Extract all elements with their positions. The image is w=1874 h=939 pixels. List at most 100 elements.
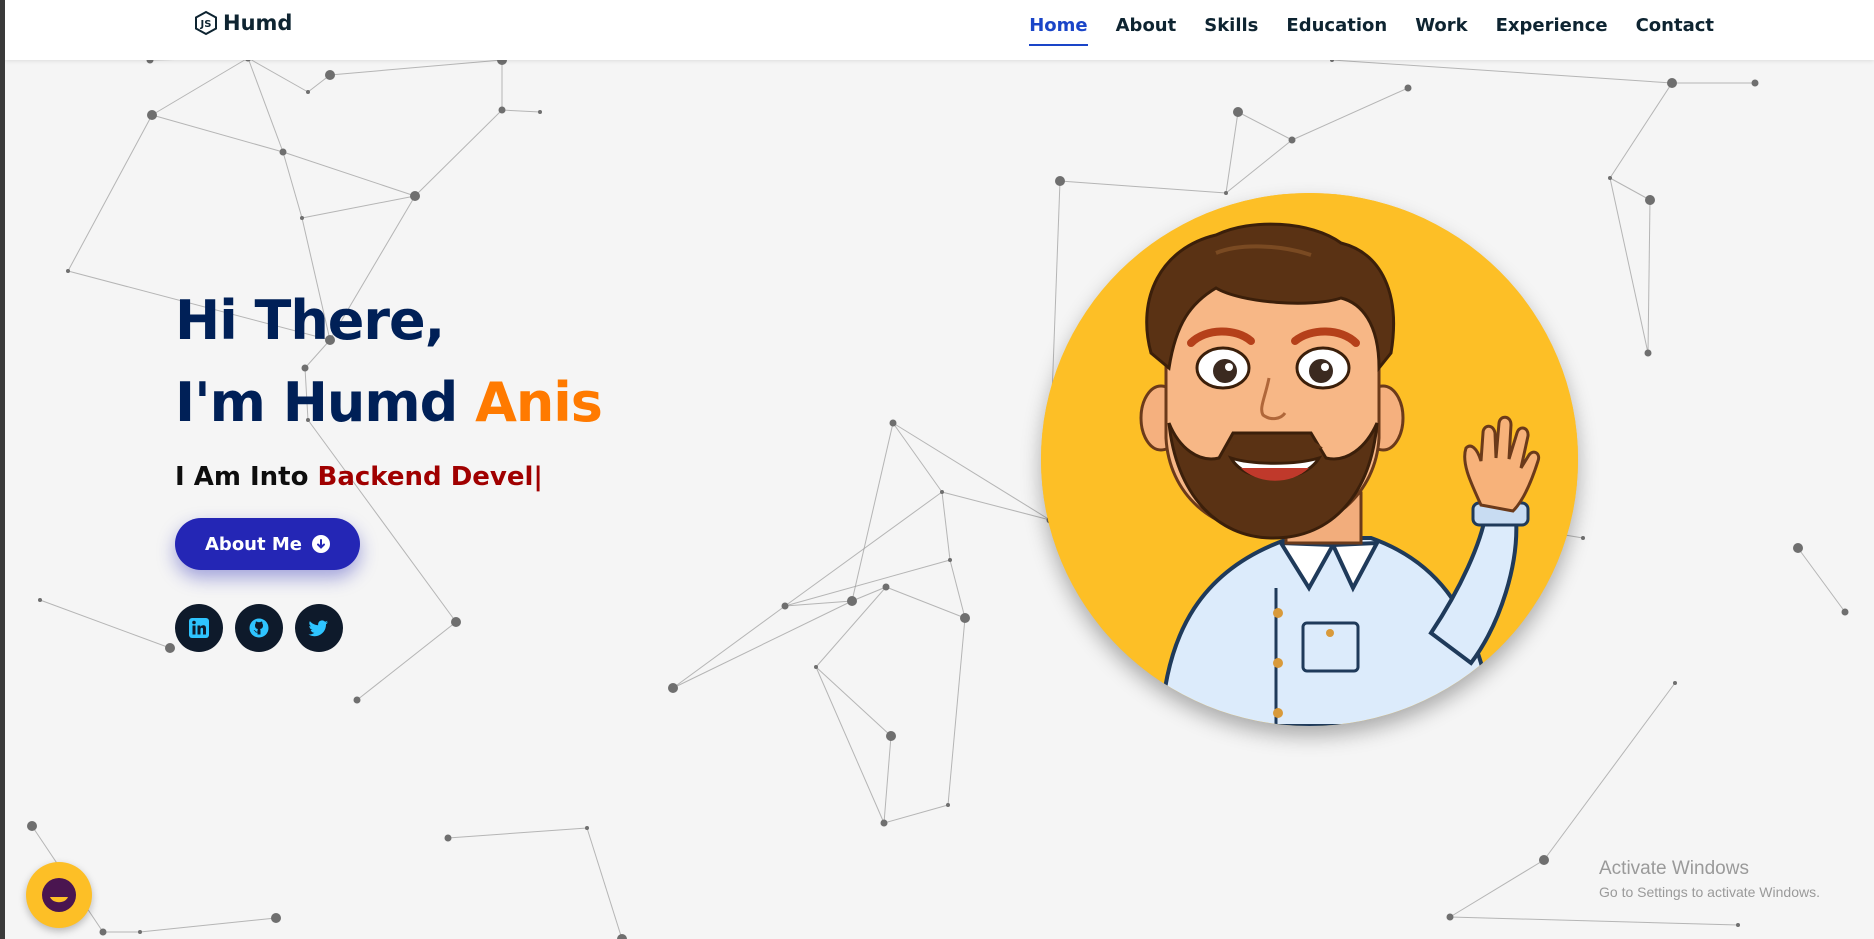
network-node (99, 928, 107, 936)
network-link (151, 57, 249, 116)
network-node (353, 696, 361, 704)
about-me-button[interactable]: About Me (175, 518, 360, 570)
network-link (1609, 177, 1649, 354)
network-node (847, 596, 857, 606)
nav-skills[interactable]: Skills (1204, 9, 1258, 42)
network-node (1841, 608, 1849, 616)
network-link (282, 151, 303, 219)
network-node (306, 90, 310, 94)
network-link (151, 114, 284, 153)
network-node (538, 110, 542, 114)
watermark-subtitle: Go to Settings to activate Windows. (1599, 884, 1820, 900)
network-link (815, 666, 892, 737)
network-link (892, 422, 943, 493)
network-link (447, 827, 588, 839)
network-node (1288, 136, 1296, 144)
network-link (949, 559, 966, 619)
linkedin-icon (189, 618, 209, 638)
network-node (498, 106, 506, 114)
network-node (1667, 78, 1677, 88)
network-link (1291, 87, 1409, 141)
arrow-down-circle-icon (312, 535, 330, 553)
network-link (1237, 111, 1293, 141)
hero-tagline: I Am Into Backend Devel| (175, 462, 602, 492)
network-link (892, 422, 1051, 521)
network-node (271, 913, 281, 923)
network-link (1609, 82, 1673, 179)
network-node (165, 643, 175, 653)
network-node (880, 819, 888, 827)
twitter-link[interactable] (295, 604, 343, 652)
nav-experience[interactable]: Experience (1496, 9, 1608, 42)
network-link (67, 114, 153, 272)
windows-activation-watermark: Activate Windows Go to Settings to activ… (1599, 858, 1820, 900)
network-node (1581, 536, 1585, 540)
nav-work[interactable]: Work (1415, 9, 1467, 42)
network-link (883, 804, 949, 824)
network-link (672, 605, 786, 689)
network-link (941, 491, 1051, 521)
twitter-icon (308, 620, 328, 637)
network-link (947, 617, 966, 806)
brand-name: Humd (223, 11, 293, 35)
social-links (175, 604, 602, 652)
network-node (1644, 349, 1652, 357)
github-icon (249, 618, 269, 638)
network-link (784, 559, 951, 607)
greeting-name-accent: Anis (475, 371, 603, 434)
network-node (960, 613, 970, 623)
greeting-line-2-prefix: I'm Humd (175, 371, 476, 434)
network-link (501, 109, 541, 113)
network-link (815, 666, 885, 824)
nav-education[interactable]: Education (1286, 9, 1387, 42)
network-link (1543, 682, 1676, 861)
window-left-edge (0, 0, 5, 939)
hero-section: Hi There, I'm Humd Anis I Am Into Backen… (175, 280, 603, 652)
brand-logo[interactable]: JS Humd (193, 8, 292, 38)
network-node (279, 148, 287, 156)
greeting-line-1: Hi There, (175, 289, 445, 352)
hero-greeting: Hi There, I'm Humd Anis (175, 280, 603, 444)
network-node (781, 602, 789, 610)
network-node (38, 598, 42, 602)
network-node (1539, 855, 1549, 865)
network-node (940, 490, 944, 494)
main-nav: Home About Skills Education Work Experie… (1029, 0, 1714, 50)
network-link (247, 57, 284, 153)
network-node (300, 216, 304, 220)
nav-about[interactable]: About (1116, 9, 1177, 42)
network-node (1645, 195, 1655, 205)
network-node (617, 934, 627, 939)
chat-face-icon (42, 878, 76, 912)
network-link (247, 57, 309, 93)
nav-home[interactable]: Home (1029, 9, 1089, 46)
network-link (39, 599, 171, 649)
network-link (1225, 139, 1293, 194)
linkedin-link[interactable] (175, 604, 223, 652)
network-link (1609, 177, 1651, 201)
network-node (66, 269, 70, 273)
network-node (147, 110, 157, 120)
network-link (851, 422, 894, 602)
network-node (138, 930, 142, 934)
network-node (1233, 107, 1243, 117)
network-link (329, 59, 503, 76)
network-link (1449, 916, 1739, 926)
network-link (301, 195, 416, 219)
network-link (139, 917, 277, 933)
network-node (1224, 191, 1228, 195)
network-node (886, 731, 896, 741)
network-node (889, 419, 897, 427)
network-node (444, 834, 452, 842)
tagline-prefix: I Am Into (175, 462, 318, 492)
github-link[interactable] (235, 604, 283, 652)
network-node (1673, 681, 1677, 685)
network-node (410, 191, 420, 201)
chat-widget-button[interactable] (26, 862, 92, 928)
network-link (1449, 859, 1545, 918)
network-node (946, 803, 950, 807)
network-link (941, 491, 951, 561)
network-link (586, 827, 623, 939)
network-node (1446, 913, 1454, 921)
nav-contact[interactable]: Contact (1636, 9, 1714, 42)
